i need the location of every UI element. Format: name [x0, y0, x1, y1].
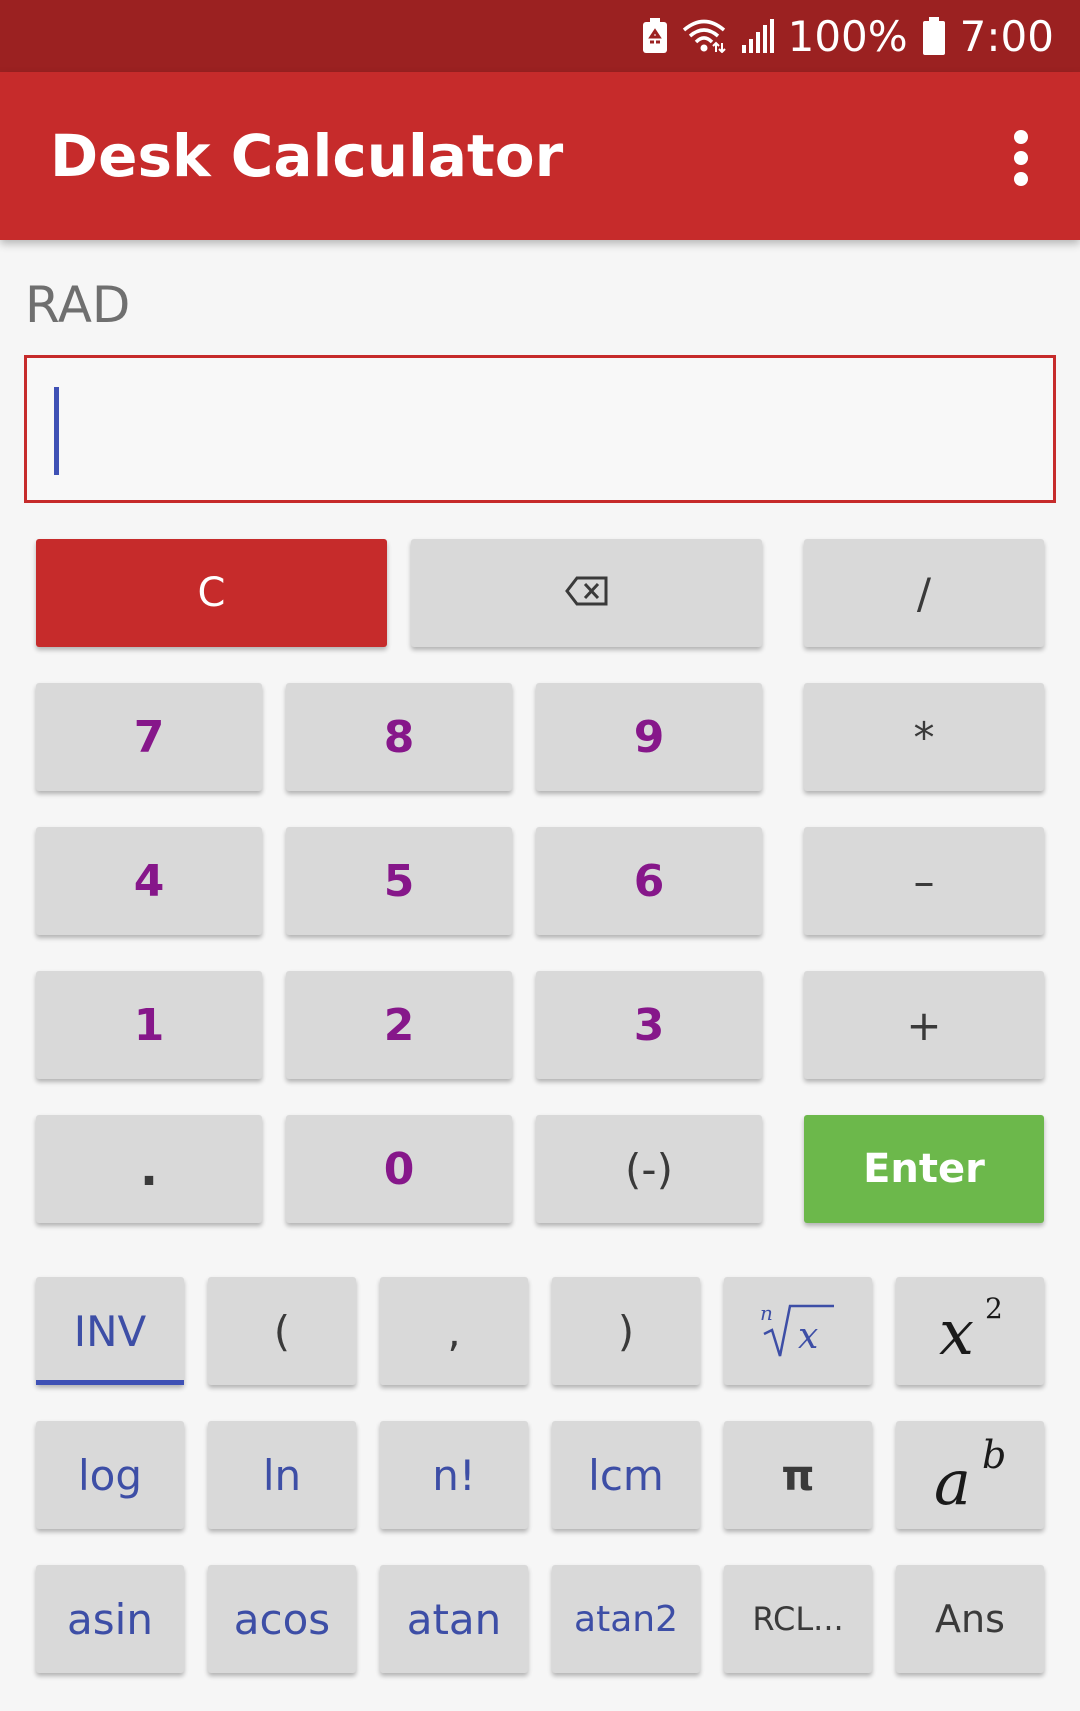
- inv-label: INV: [73, 1306, 147, 1356]
- asin-button[interactable]: asin: [36, 1565, 184, 1673]
- digit-6-button[interactable]: 6: [536, 827, 762, 935]
- negate-button[interactable]: (-): [536, 1115, 762, 1223]
- digit-5-button[interactable]: 5: [286, 827, 512, 935]
- backspace-icon: [564, 576, 609, 610]
- clear-button[interactable]: C: [36, 539, 387, 647]
- square-button[interactable]: x2: [896, 1277, 1044, 1385]
- atan-button[interactable]: atan: [380, 1565, 528, 1673]
- backspace-button[interactable]: [411, 539, 762, 647]
- subtract-button[interactable]: –: [804, 827, 1044, 935]
- decimal-button[interactable]: .: [36, 1115, 262, 1223]
- digit-4-button[interactable]: 4: [36, 827, 262, 935]
- svg-text:x: x: [798, 1316, 818, 1357]
- digit-1-button[interactable]: 1: [36, 971, 262, 1079]
- wifi-icon: [682, 19, 726, 53]
- ans-button[interactable]: Ans: [896, 1565, 1044, 1673]
- digit-2-button[interactable]: 2: [286, 971, 512, 1079]
- status-icons: 100% 7:00: [642, 0, 1054, 72]
- pi-button[interactable]: π: [724, 1421, 872, 1529]
- a-to-the-b-icon: ab: [932, 1433, 1008, 1519]
- inv-button[interactable]: INV: [36, 1277, 184, 1385]
- angle-mode-label: RAD: [25, 276, 131, 334]
- digit-0-button[interactable]: 0: [286, 1115, 512, 1223]
- digit-8-button[interactable]: 8: [286, 683, 512, 791]
- app-title: Desk Calculator: [50, 122, 564, 190]
- recall-button[interactable]: RCL...: [724, 1565, 872, 1673]
- svg-text:a: a: [934, 1446, 971, 1510]
- ln-button[interactable]: ln: [208, 1421, 356, 1529]
- app-bar: Desk Calculator: [0, 72, 1080, 240]
- svg-text:n: n: [760, 1301, 773, 1325]
- enter-button[interactable]: Enter: [804, 1115, 1044, 1223]
- atan2-button[interactable]: atan2: [552, 1565, 700, 1673]
- digit-7-button[interactable]: 7: [36, 683, 262, 791]
- digit-3-button[interactable]: 3: [536, 971, 762, 1079]
- svg-text:b: b: [982, 1436, 1006, 1477]
- text-caret: [54, 387, 59, 475]
- open-paren-button[interactable]: (: [208, 1277, 356, 1385]
- factorial-button[interactable]: n!: [380, 1421, 528, 1529]
- multiply-button[interactable]: *: [804, 683, 1044, 791]
- svg-text:x: x: [939, 1296, 974, 1364]
- nth-root-button[interactable]: nx: [724, 1277, 872, 1385]
- recycle-notification-icon: [642, 18, 668, 54]
- battery-icon: [922, 17, 946, 55]
- nth-root-icon: nx: [760, 1300, 836, 1362]
- battery-percent: 100%: [787, 11, 908, 61]
- status-bar: 100% 7:00: [0, 0, 1080, 72]
- close-paren-button[interactable]: ): [552, 1277, 700, 1385]
- svg-text:2: 2: [985, 1294, 1003, 1325]
- comma-button[interactable]: ,: [380, 1277, 528, 1385]
- log-button[interactable]: log: [36, 1421, 184, 1529]
- x-squared-icon: x2: [935, 1292, 1005, 1369]
- more-vert-icon[interactable]: [1006, 130, 1036, 186]
- clock: 7:00: [959, 11, 1054, 61]
- acos-button[interactable]: acos: [208, 1565, 356, 1673]
- signal-icon: [740, 19, 774, 53]
- power-button[interactable]: ab: [896, 1421, 1044, 1529]
- add-button[interactable]: +: [804, 971, 1044, 1079]
- lcm-button[interactable]: lcm: [552, 1421, 700, 1529]
- expression-input[interactable]: [24, 355, 1056, 503]
- digit-9-button[interactable]: 9: [536, 683, 762, 791]
- inv-active-indicator: [36, 1380, 184, 1385]
- divide-button[interactable]: /: [804, 539, 1044, 647]
